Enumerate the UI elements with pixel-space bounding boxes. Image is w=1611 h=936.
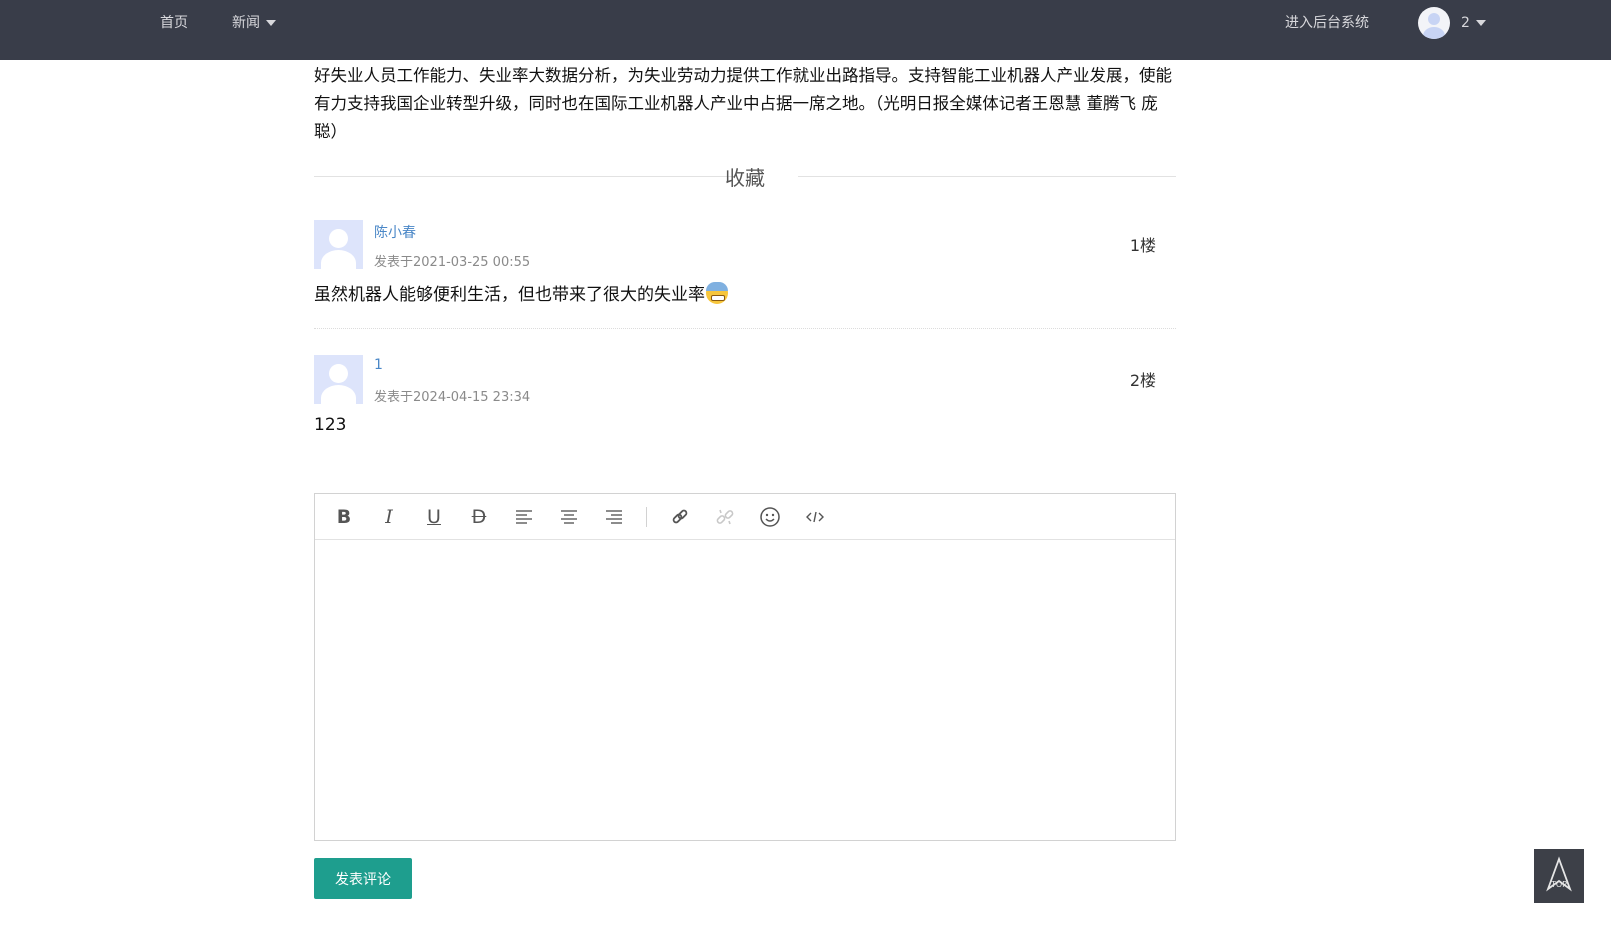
align-center-icon[interactable] [556, 504, 582, 530]
grimacing-emoji-icon [706, 282, 728, 304]
chevron-down-icon [266, 20, 276, 26]
nav-news-label: 新闻 [232, 15, 260, 31]
user-avatar[interactable] [1418, 7, 1450, 39]
avatar[interactable] [314, 220, 363, 269]
chevron-down-icon [1475, 20, 1486, 26]
bold-icon[interactable]: B [331, 504, 357, 530]
favorite-divider: 收藏 [314, 160, 1176, 194]
top-nav: 首页 新闻 进入后台系统 2 [0, 0, 1611, 60]
editor-toolbar: B I U D [315, 494, 1175, 540]
user-menu-dropdown[interactable]: 2 [1461, 0, 1486, 46]
comment-author[interactable]: 陈小春 [374, 222, 416, 242]
comment-text-content: 虽然机器人能够便利生活，但也带来了很大的失业率 [314, 285, 705, 305]
italic-icon[interactable]: I [376, 504, 402, 530]
comment-editor: B I U D [314, 493, 1176, 841]
comment-divider [314, 328, 1176, 329]
back-to-top-button[interactable]: TOP [1534, 849, 1584, 903]
rocket-icon [1546, 856, 1572, 892]
comment-item: 陈小春 发表于2021-03-25 00:55 1楼 虽然机器人能够便利生活，但… [314, 220, 1176, 310]
nav-admin-link[interactable]: 进入后台系统 [1285, 0, 1369, 46]
favorite-button[interactable]: 收藏 [314, 162, 1176, 191]
article-body: 好失业人员工作能力、失业率大数据分析，为失业劳动力提供工作就业出路指导。支持智能… [314, 66, 1172, 141]
align-left-icon[interactable] [511, 504, 537, 530]
emoji-icon[interactable] [757, 504, 783, 530]
nav-news-dropdown[interactable]: 新闻 [232, 0, 276, 46]
comment-text: 虽然机器人能够便利生活，但也带来了很大的失业率 [314, 280, 728, 305]
link-icon[interactable] [667, 504, 693, 530]
code-icon[interactable] [802, 504, 828, 530]
comment-item: 1 发表于2024-04-15 23:34 2楼 123 [314, 355, 1176, 445]
underline-icon[interactable]: U [421, 504, 447, 530]
comment-time: 发表于2024-04-15 23:34 [374, 390, 531, 405]
align-right-icon[interactable] [601, 504, 627, 530]
toolbar-separator [646, 507, 647, 527]
top-label: TOP [1551, 880, 1568, 889]
comment-time: 发表于2021-03-25 00:55 [374, 255, 531, 270]
unlink-icon[interactable] [712, 504, 738, 530]
comment-author[interactable]: 1 [374, 357, 383, 373]
user-name: 2 [1461, 15, 1470, 31]
avatar[interactable] [314, 355, 363, 404]
comment-text: 123 [314, 415, 347, 435]
submit-comment-button[interactable]: 发表评论 [314, 858, 412, 899]
comment-editor-area[interactable] [315, 540, 1175, 840]
comment-floor: 2楼 [1129, 371, 1156, 390]
strikethrough-icon[interactable]: D [466, 504, 492, 530]
nav-home-link[interactable]: 首页 [160, 0, 188, 46]
comment-floor: 1楼 [1129, 236, 1156, 255]
